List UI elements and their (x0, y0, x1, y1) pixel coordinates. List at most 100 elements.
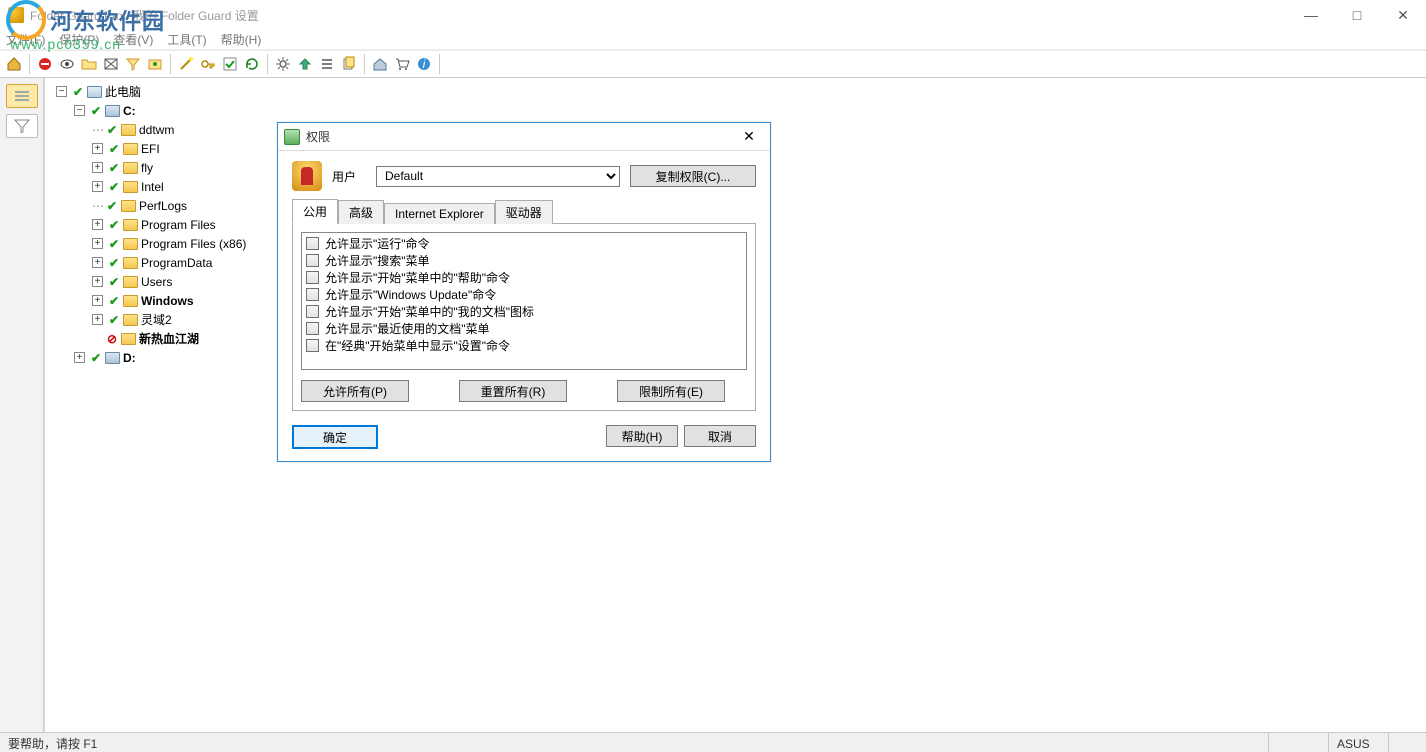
tree-folder[interactable]: EFI (141, 142, 160, 156)
tree-drive-c[interactable]: C: (123, 104, 136, 118)
folder-icon (123, 162, 138, 174)
tab-advanced[interactable]: 高级 (338, 200, 384, 224)
expander-icon[interactable]: + (92, 314, 103, 325)
check-icon: ✔ (72, 85, 84, 99)
toolbar-info-icon[interactable]: i (414, 54, 434, 74)
toolbar-check-icon[interactable] (220, 54, 240, 74)
expander-icon[interactable]: + (92, 219, 103, 230)
toolbar-gear-icon[interactable] (273, 54, 293, 74)
toolbar-mask-icon[interactable] (101, 54, 121, 74)
expander-icon[interactable]: − (56, 86, 67, 97)
permission-item[interactable]: 允许显示"Windows Update"命令 (304, 286, 744, 303)
maximize-button[interactable]: □ (1334, 0, 1380, 30)
tree-folder[interactable]: PerfLogs (139, 199, 187, 213)
checkbox-icon[interactable] (306, 288, 319, 301)
menu-bar: 文件(F) 保护(P) 查看(V) 工具(T) 帮助(H) (0, 30, 1426, 50)
permission-item[interactable]: 允许显示"开始"菜单中的"我的文档"图标 (304, 303, 744, 320)
checkbox-icon[interactable] (306, 237, 319, 250)
tree-folder[interactable]: Program Files (141, 218, 216, 232)
tree-root[interactable]: 此电脑 (105, 83, 141, 100)
ok-button[interactable]: 确定 (292, 425, 378, 449)
permission-item[interactable]: 在"经典"开始菜单中显示"设置"命令 (304, 337, 744, 354)
permission-item[interactable]: 允许显示"最近使用的文档"菜单 (304, 320, 744, 337)
sidebar-tree-view-button[interactable] (6, 84, 38, 108)
copy-permissions-button[interactable]: 复制权限(C)... (630, 165, 756, 187)
menu-tools[interactable]: 工具(T) (167, 31, 206, 48)
sidebar-filter-button[interactable] (6, 114, 38, 138)
folder-icon (123, 276, 138, 288)
menu-protect[interactable]: 保护(P) (59, 31, 99, 48)
tab-drives[interactable]: 驱动器 (495, 200, 553, 224)
checkbox-icon[interactable] (306, 254, 319, 267)
user-select[interactable]: Default (376, 166, 620, 187)
toolbar-eye-icon[interactable] (57, 54, 77, 74)
toolbar-stop-icon[interactable] (35, 54, 55, 74)
dialog-close-button[interactable]: ✕ (734, 126, 764, 148)
toolbar-copy-icon[interactable] (339, 54, 359, 74)
permissions-list[interactable]: 允许显示"运行"命令 允许显示"搜索"菜单 允许显示"开始"菜单中的"帮助"命令… (301, 232, 747, 370)
tree-folder[interactable]: 灵域2 (141, 311, 172, 328)
toolbar-key-icon[interactable] (198, 54, 218, 74)
checkbox-icon[interactable] (306, 339, 319, 352)
check-icon: ✔ (106, 199, 118, 213)
checkbox-icon[interactable] (306, 322, 319, 335)
reset-all-button[interactable]: 重置所有(R) (459, 380, 567, 402)
tree-folder[interactable]: ddtwm (139, 123, 174, 137)
expander-icon[interactable]: + (92, 276, 103, 287)
sidebar (0, 78, 44, 732)
tree-folder[interactable]: fly (141, 161, 153, 175)
minimize-button[interactable]: — (1288, 0, 1334, 30)
menu-file[interactable]: 文件(F) (6, 31, 45, 48)
check-icon: ✔ (108, 161, 120, 175)
dialog-titlebar[interactable]: 权限 ✕ (278, 123, 770, 151)
checkbox-icon[interactable] (306, 305, 319, 318)
close-button[interactable]: ✕ (1380, 0, 1426, 30)
expander-icon[interactable]: − (74, 105, 85, 116)
status-bar: 要帮助，请按 F1 ASUS (0, 732, 1426, 752)
toolbar-home-icon[interactable] (4, 54, 24, 74)
tree-folder[interactable]: Program Files (x86) (141, 237, 246, 251)
tree-drive-d[interactable]: D: (123, 351, 136, 365)
toolbar-cart-icon[interactable] (392, 54, 412, 74)
toolbar-house-icon[interactable] (370, 54, 390, 74)
cancel-button[interactable]: 取消 (684, 425, 756, 447)
help-button[interactable]: 帮助(H) (606, 425, 678, 447)
user-avatar-icon (292, 161, 322, 191)
permission-item[interactable]: 允许显示"运行"命令 (304, 235, 744, 252)
checkbox-icon[interactable] (306, 271, 319, 284)
window-title: Folder Guard Pro - 我的 Folder Guard 设置 (30, 7, 259, 24)
toolbar-list-icon[interactable] (317, 54, 337, 74)
status-cell-1 (1268, 733, 1328, 752)
folder-icon (121, 200, 136, 212)
tree-folder[interactable]: Intel (141, 180, 164, 194)
tree-folder-blocked[interactable]: 新热血江湖 (139, 330, 199, 347)
menu-view[interactable]: 查看(V) (113, 31, 153, 48)
expander-icon[interactable]: + (92, 257, 103, 268)
allow-all-button[interactable]: 允许所有(P) (301, 380, 409, 402)
expander-icon[interactable]: + (74, 352, 85, 363)
expander-icon[interactable]: + (92, 162, 103, 173)
expander-icon[interactable]: + (92, 181, 103, 192)
tree-folder[interactable]: Users (141, 275, 172, 289)
toolbar-filter-icon[interactable] (123, 54, 143, 74)
toolbar-folder-icon[interactable] (79, 54, 99, 74)
folder-icon (123, 219, 138, 231)
expander-icon[interactable]: + (92, 295, 103, 306)
expander-icon[interactable]: + (92, 238, 103, 249)
expander-icon[interactable]: + (92, 143, 103, 154)
permission-item[interactable]: 允许显示"搜索"菜单 (304, 252, 744, 269)
tab-ie[interactable]: Internet Explorer (384, 203, 495, 224)
permission-item[interactable]: 允许显示"开始"菜单中的"帮助"命令 (304, 269, 744, 286)
toolbar-refresh-icon[interactable] (242, 54, 262, 74)
tree-folder-windows[interactable]: Windows (141, 294, 194, 308)
toolbar-up-icon[interactable] (295, 54, 315, 74)
toolbar-trusted-icon[interactable] (145, 54, 165, 74)
tab-public[interactable]: 公用 (292, 199, 338, 224)
restrict-all-button[interactable]: 限制所有(E) (617, 380, 725, 402)
toolbar-wand-icon[interactable] (176, 54, 196, 74)
check-icon: ✔ (108, 142, 120, 156)
folder-icon (123, 238, 138, 250)
tree-folder[interactable]: ProgramData (141, 256, 212, 270)
folder-icon (123, 181, 138, 193)
menu-help[interactable]: 帮助(H) (221, 31, 262, 48)
